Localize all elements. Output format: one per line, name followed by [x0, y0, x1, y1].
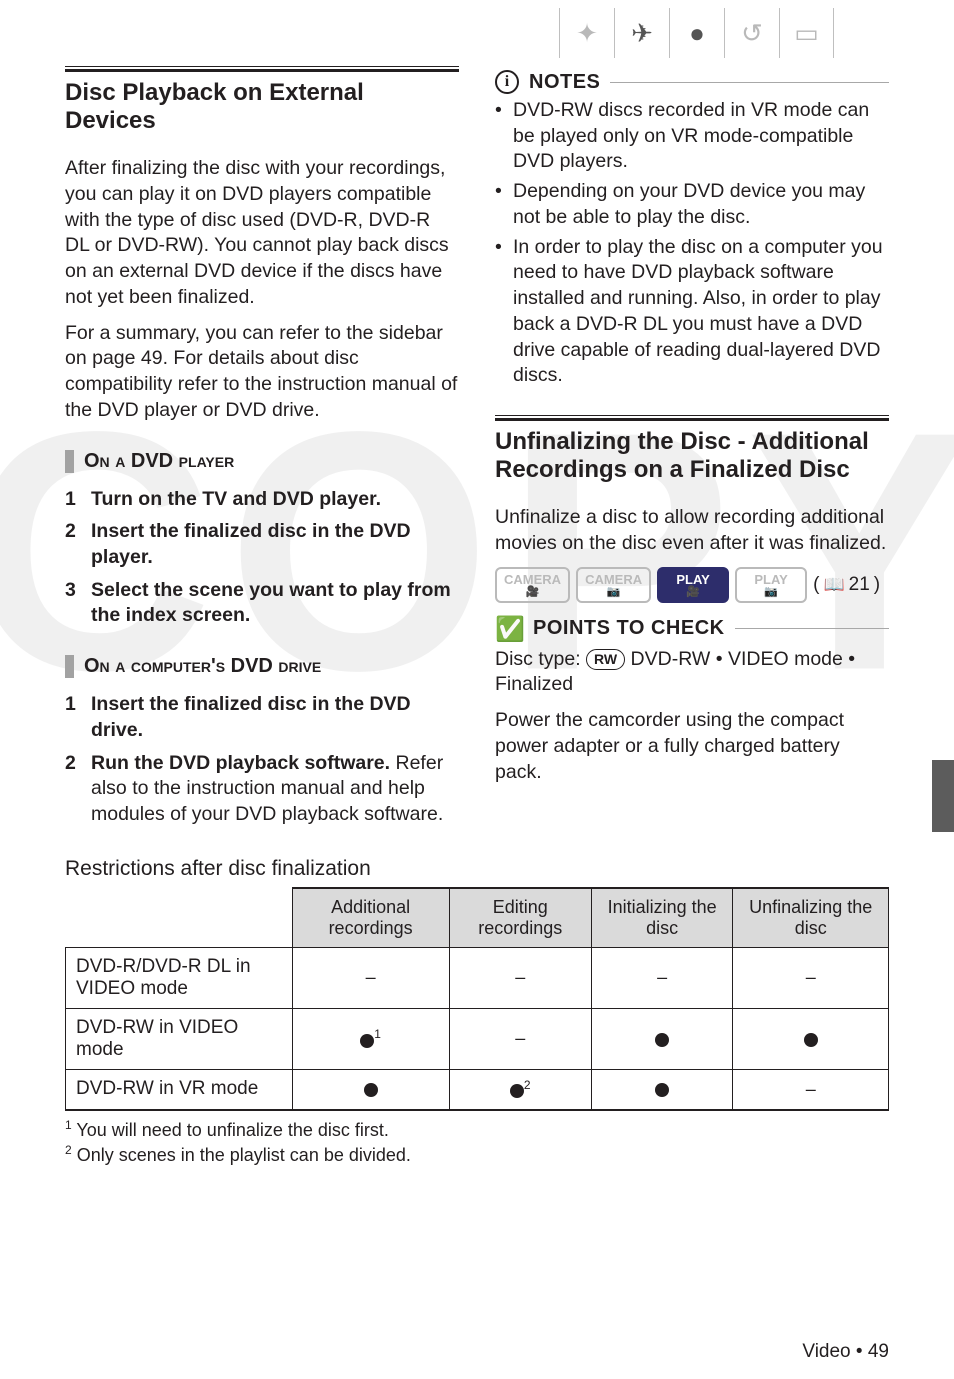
- dot-icon: [510, 1084, 524, 1098]
- cell: [591, 1069, 733, 1110]
- top-icon-1: ✦: [559, 8, 614, 58]
- table-title: Restrictions after disc finalization: [65, 857, 889, 881]
- points-header: ✅ POINTS TO CHECK: [495, 615, 889, 643]
- subhead-label: On a DVD player: [84, 450, 234, 473]
- table-header: Additional recordings: [292, 888, 449, 948]
- cell: [591, 1008, 733, 1069]
- cell: –: [733, 1069, 889, 1110]
- dot-icon: [360, 1034, 374, 1048]
- dot-icon: [804, 1033, 818, 1047]
- steps-dvd-player: 1Turn on the TV and DVD player. 2Insert …: [65, 487, 459, 630]
- footnotes: 1 You will need to unfinalize the disc f…: [65, 1117, 889, 1168]
- check-icon: ✅: [495, 615, 523, 643]
- footnote-1: You will need to unfinalize the disc fir…: [76, 1120, 389, 1140]
- top-icon-4: ↺: [724, 8, 779, 58]
- vbar-icon: [65, 450, 74, 473]
- notes-label: NOTES: [529, 71, 600, 94]
- top-icon-2: ✈: [614, 8, 669, 58]
- footnote-2: Only scenes in the playlist can be divid…: [77, 1145, 411, 1165]
- subhead-computer-drive: On a computer's DVD drive: [65, 655, 459, 678]
- row-label: DVD-RW in VIDEO mode: [66, 1008, 293, 1069]
- restrictions-table: Additional recordings Editing recordings…: [65, 887, 889, 1111]
- section-rule: [65, 66, 459, 72]
- step-item: 2Run the DVD playback software. Refer al…: [65, 751, 459, 828]
- row-label: DVD-R/DVD-R DL in VIDEO mode: [66, 947, 293, 1008]
- left-column: Disc Playback on External Devices After …: [65, 66, 459, 835]
- dot-icon: [364, 1083, 378, 1097]
- points-label: POINTS TO CHECK: [533, 617, 725, 640]
- row-label: DVD-RW in VR mode: [66, 1069, 293, 1110]
- section-rule: [495, 415, 889, 421]
- cell: –: [449, 1008, 591, 1069]
- table-row: DVD-R/DVD-R DL in VIDEO mode – – – –: [66, 947, 889, 1008]
- para-intro-2: For a summary, you can refer to the side…: [65, 321, 459, 424]
- top-icon-5: ▭: [779, 8, 834, 58]
- mode-camera-photo: CAMERA📷: [576, 567, 651, 603]
- table-header: Initializing the disc: [591, 888, 733, 948]
- step-item: 2Insert the finalized disc in the DVD pl…: [65, 519, 459, 570]
- subhead-label: On a computer's DVD drive: [84, 655, 321, 678]
- header-rule: [610, 82, 889, 83]
- subhead-dvd-player: On a DVD player: [65, 450, 459, 473]
- disc-type-line: Disc type: RW DVD-RW • VIDEO mode • Fina…: [495, 647, 889, 698]
- cell: –: [449, 947, 591, 1008]
- cell: –: [591, 947, 733, 1008]
- cell: [292, 1069, 449, 1110]
- section-title-unfinalize: Unfinalizing the Disc - Additional Recor…: [495, 428, 889, 483]
- note-item: Depending on your DVD device you may not…: [495, 179, 889, 230]
- page-footer: Video • 49: [802, 1341, 889, 1363]
- header-rule: [735, 628, 889, 629]
- step-item: 1Turn on the TV and DVD player.: [65, 487, 459, 513]
- mode-row: CAMERA🎥 CAMERA📷 PLAY🎥 PLAY📷 (📖 21): [495, 567, 889, 603]
- cell: –: [733, 947, 889, 1008]
- table-corner: [66, 888, 293, 948]
- mode-play-video: PLAY🎥: [657, 567, 729, 603]
- para-unfinalize: Unfinalize a disc to allow recording add…: [495, 505, 889, 556]
- cell: 1: [292, 1008, 449, 1069]
- mode-play-photo: PLAY📷: [735, 567, 807, 603]
- dot-icon: [655, 1033, 669, 1047]
- book-icon: 📖: [823, 575, 844, 595]
- steps-computer-drive: 1Insert the finalized disc in the DVD dr…: [65, 692, 459, 828]
- table-row: DVD-RW in VR mode 2 –: [66, 1069, 889, 1110]
- top-icon-row: ✦ ✈ ● ↺ ▭: [65, 0, 889, 66]
- section-title-disc-playback: Disc Playback on External Devices: [65, 79, 459, 134]
- cell: [733, 1008, 889, 1069]
- table-header: Unfinalizing the disc: [733, 888, 889, 948]
- cell: 2: [449, 1069, 591, 1110]
- restrictions-table-wrap: Restrictions after disc finalization Add…: [65, 857, 889, 1168]
- table-header: Editing recordings: [449, 888, 591, 948]
- vbar-icon: [65, 655, 74, 678]
- notes-header: i NOTES: [495, 70, 889, 94]
- page-ref: (📖 21): [813, 574, 880, 596]
- info-icon: i: [495, 70, 519, 94]
- note-item: DVD-RW discs recorded in VR mode can be …: [495, 98, 889, 175]
- power-text: Power the camcorder using the compact po…: [495, 708, 889, 785]
- table-row: DVD-RW in VIDEO mode 1 –: [66, 1008, 889, 1069]
- top-icon-3: ●: [669, 8, 724, 58]
- mode-camera-video: CAMERA🎥: [495, 567, 570, 603]
- cell: –: [292, 947, 449, 1008]
- step-item: 3Select the scene you want to play from …: [65, 578, 459, 629]
- rw-badge-icon: RW: [586, 649, 625, 669]
- right-column: i NOTES DVD-RW discs recorded in VR mode…: [495, 66, 889, 835]
- dot-icon: [655, 1083, 669, 1097]
- notes-list: DVD-RW discs recorded in VR mode can be …: [495, 98, 889, 389]
- step-item: 1Insert the finalized disc in the DVD dr…: [65, 692, 459, 743]
- note-item: In order to play the disc on a computer …: [495, 235, 889, 389]
- para-intro-1: After finalizing the disc with your reco…: [65, 156, 459, 310]
